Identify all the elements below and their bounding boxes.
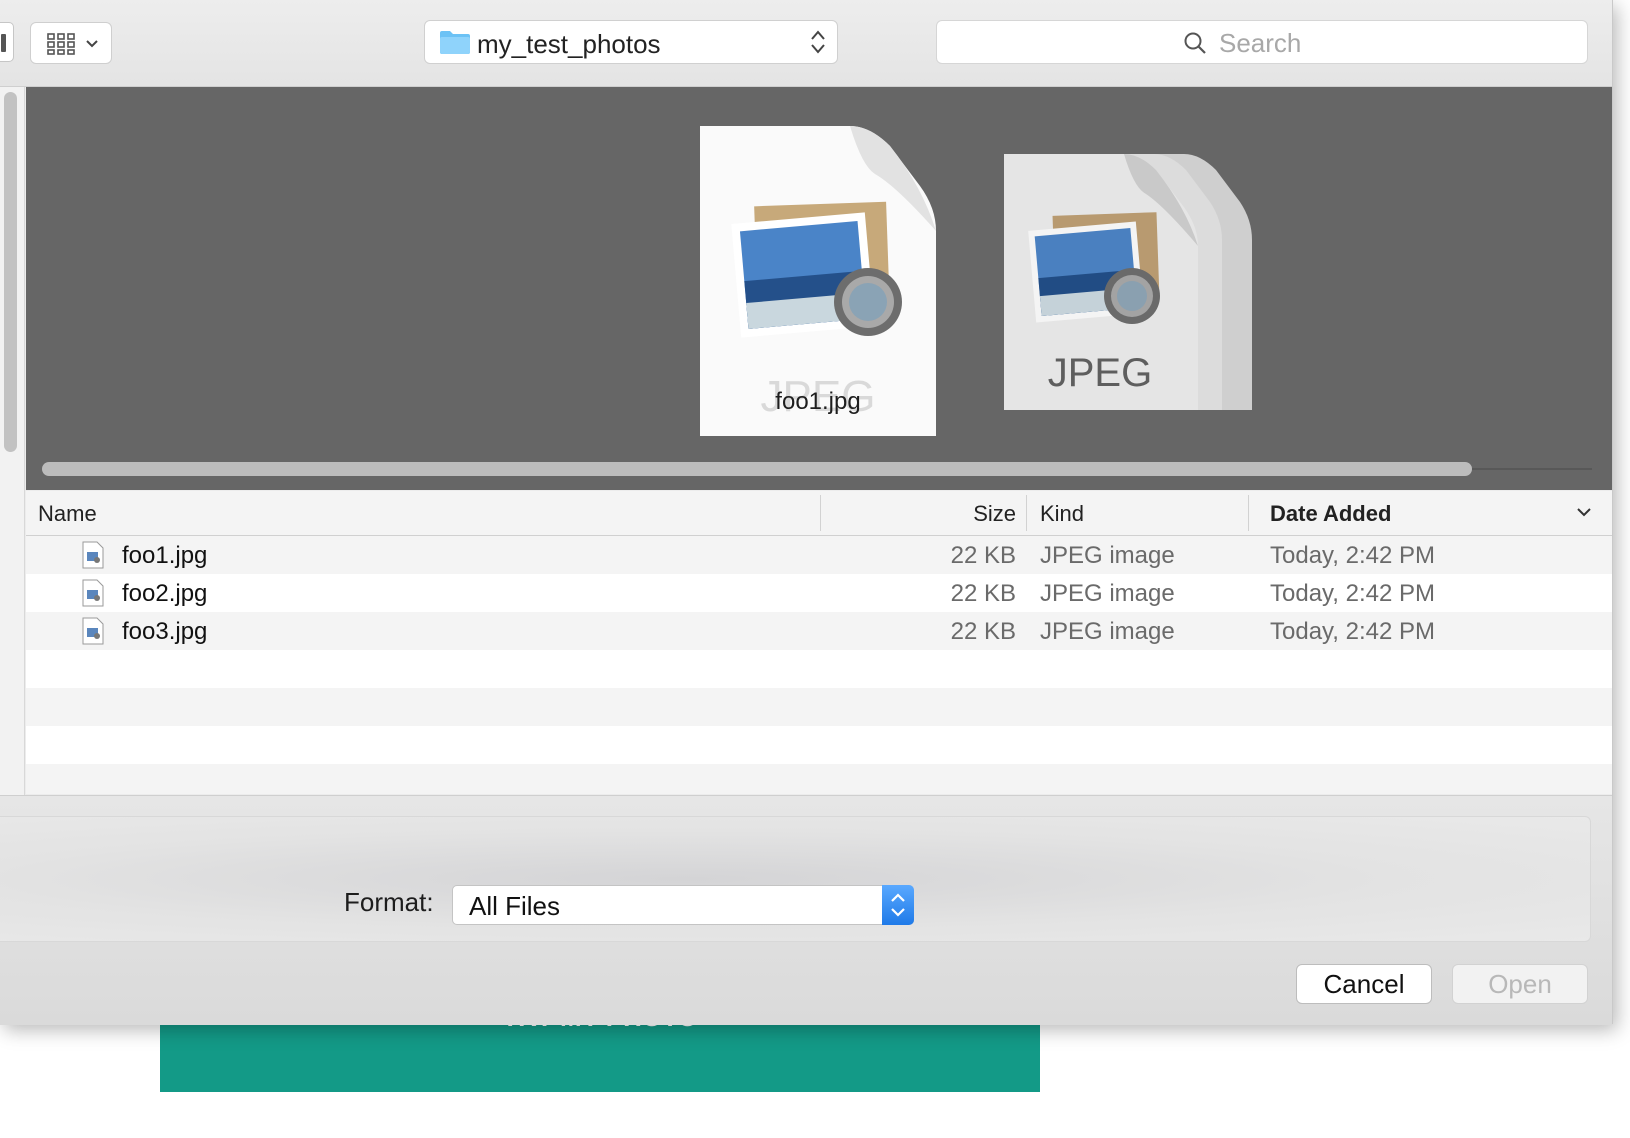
search-input[interactable]: Search [936,20,1588,64]
selected-file-preview[interactable]: JPEG foo1.jpg [700,126,936,436]
format-select[interactable]: All Files [452,885,914,925]
jpeg-stack-icon: JPEG [1004,154,1252,410]
table-row[interactable]: foo3.jpg 22 KB JPEG image Today, 2:42 PM [26,612,1612,650]
vertical-scroll-thumb[interactable] [4,92,17,452]
jpeg-file-icon [82,541,104,569]
dialog-toolbar: my_test_photos Search [0,0,1612,87]
location-label: my_test_photos [477,29,661,59]
file-name: foo2.jpg [122,580,208,607]
cancel-button[interactable]: Cancel [1296,964,1432,1004]
table-row[interactable]: foo1.jpg 22 KB JPEG image Today, 2:42 PM [26,536,1612,574]
column-header-date-added[interactable]: Date Added [1270,501,1391,527]
file-kind: JPEG image [1040,542,1175,569]
file-size: 22 KB [950,542,1016,569]
location-popup[interactable]: my_test_photos [424,20,838,64]
format-select-value: All Files [469,891,561,921]
file-list: foo1.jpg 22 KB JPEG image Today, 2:42 PM… [26,536,1612,794]
open-button[interactable]: Open [1452,964,1588,1004]
select-stepper[interactable] [882,885,914,925]
file-kind: JPEG image [1040,580,1175,607]
dialog-footer: Format: All Files Cancel Open [0,795,1612,1025]
empty-row [26,650,1612,688]
empty-row [26,764,1612,794]
up-down-arrows-icon [891,893,905,917]
horizontal-scroll-thumb[interactable] [42,462,1472,476]
chevron-down-icon [86,40,98,48]
format-label: Format: [344,887,434,917]
column-header-name[interactable]: Name [38,501,97,527]
stack-jpeg-label: JPEG [1048,351,1152,395]
file-name: foo3.jpg [122,618,208,645]
column-header-size[interactable]: Size [836,501,1016,527]
file-size: 22 KB [950,618,1016,645]
up-down-arrows-icon [811,30,825,54]
view-mode-button[interactable] [30,22,112,64]
accessory-panel: Format: All Files [0,816,1591,942]
horizontal-scroll-track[interactable] [1472,468,1592,470]
column-divider[interactable] [820,495,821,531]
file-name: foo1.jpg [122,542,208,569]
sidebar-icon [1,34,6,52]
sort-descending-chevron-icon[interactable] [1576,505,1592,519]
jpeg-file-icon [82,617,104,645]
sidebar-toggle-button[interactable] [0,22,14,62]
list-header: Name Size Kind Date Added [26,491,1612,536]
search-icon [1184,32,1206,54]
empty-row [26,726,1612,764]
column-header-kind[interactable]: Kind [1040,501,1084,527]
file-date-added: Today, 2:42 PM [1270,580,1435,607]
search-placeholder: Search [1219,28,1302,58]
file-date-added: Today, 2:42 PM [1270,542,1435,569]
file-size: 22 KB [950,580,1016,607]
empty-row [26,688,1612,726]
preview-filename: foo1.jpg [775,388,861,415]
file-kind: JPEG image [1040,618,1175,645]
open-file-dialog: my_test_photos Search JPEG foo1.jpg JPEG… [0,0,1613,1025]
folder-icon [440,31,470,54]
file-date-added: Today, 2:42 PM [1270,618,1435,645]
table-row[interactable]: foo2.jpg 22 KB JPEG image Today, 2:42 PM [26,574,1612,612]
column-divider[interactable] [1248,495,1249,531]
multiple-files-preview[interactable]: JPEG [1004,154,1254,410]
column-divider[interactable] [1026,495,1027,531]
icon-view-grid-icon [47,33,75,55]
jpeg-file-icon [82,579,104,607]
